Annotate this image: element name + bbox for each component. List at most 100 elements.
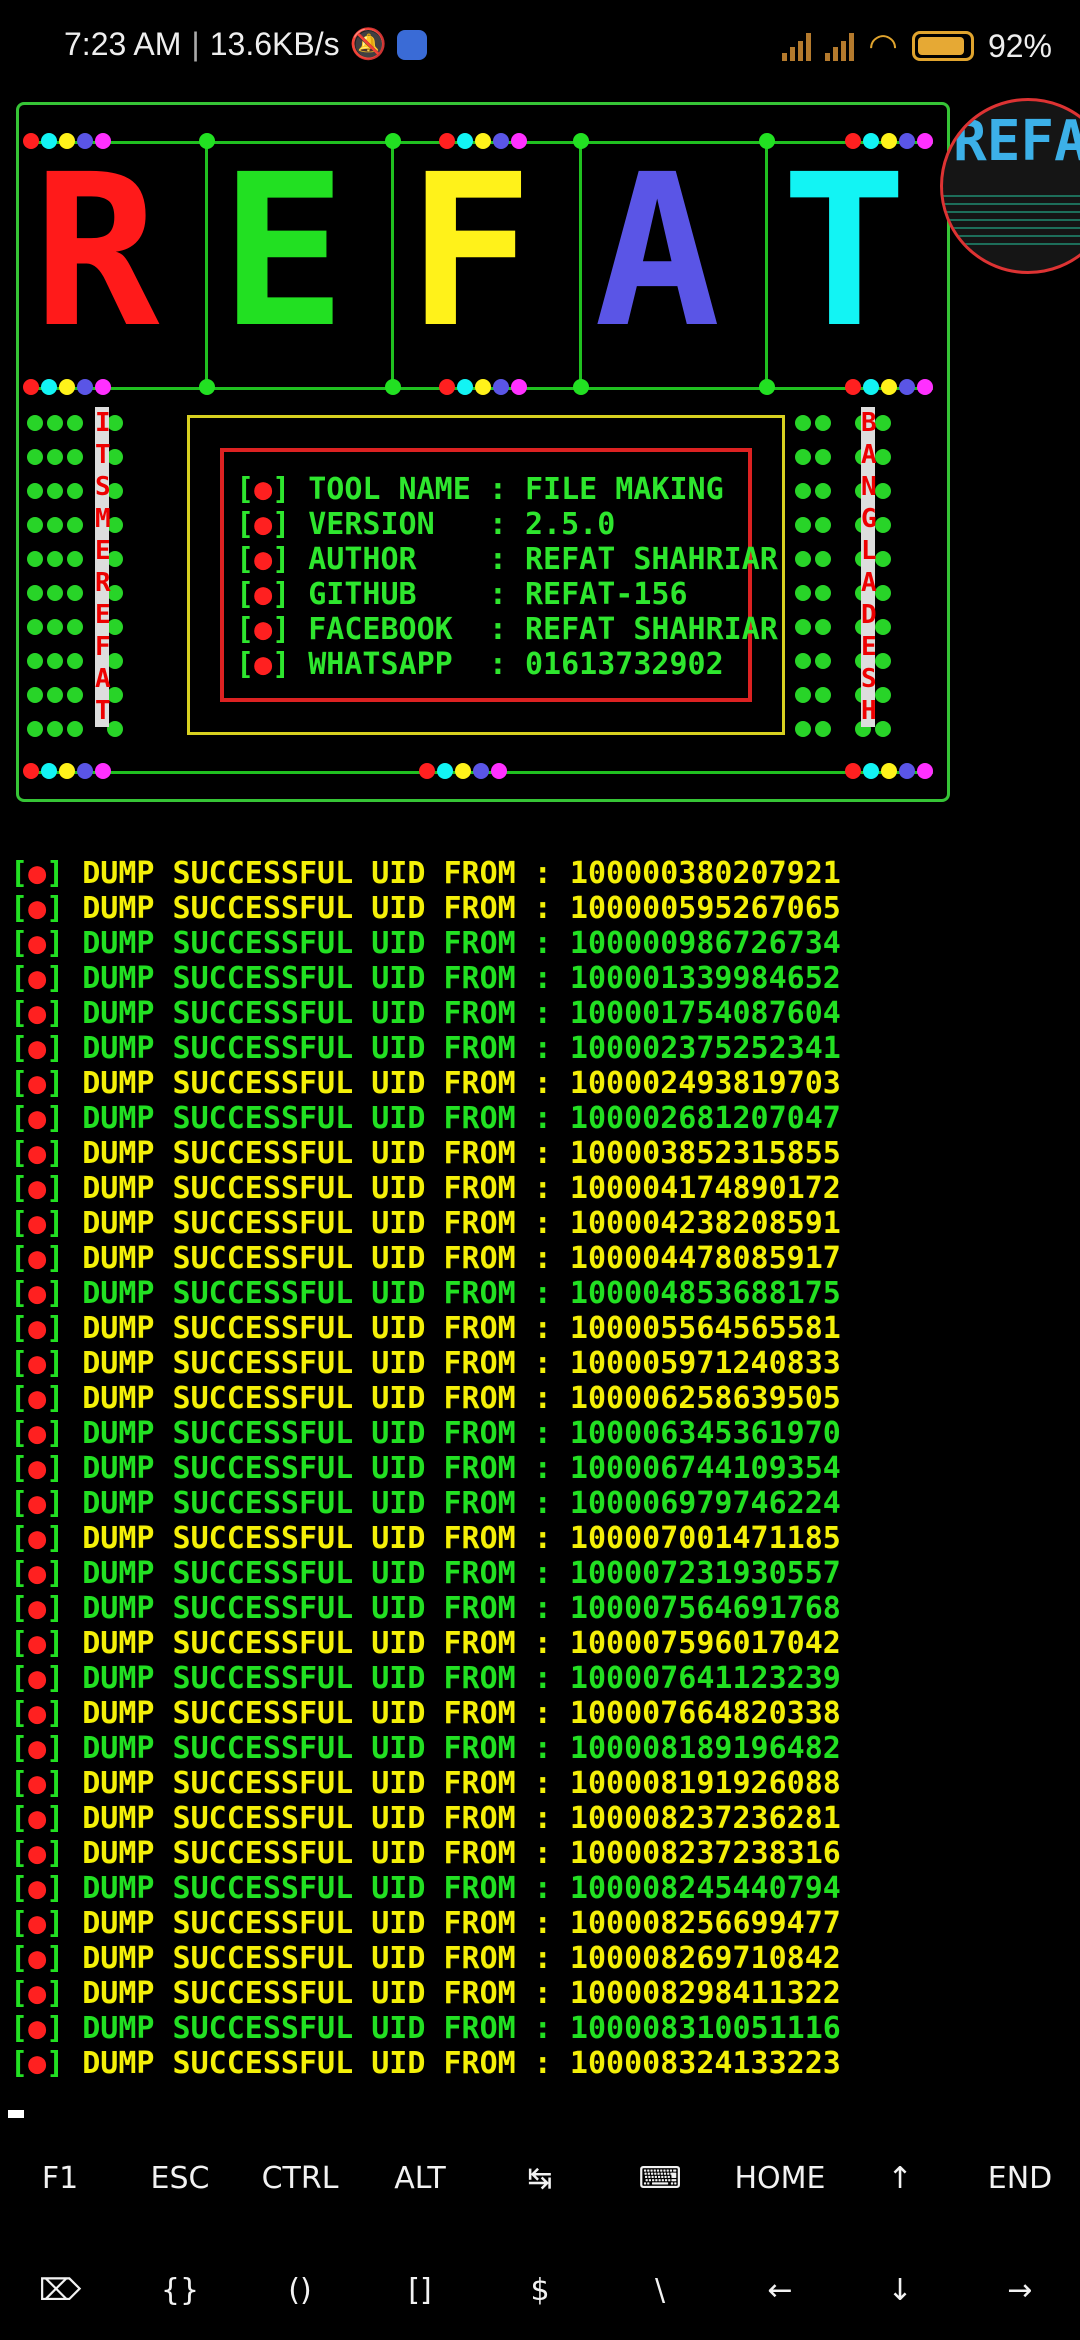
grid-dot [67,653,83,669]
grid-dot [875,653,891,669]
grid-dot [815,449,831,465]
key-alt[interactable]: ALT [360,2128,480,2228]
extra-keys-row-1: F1 ESC CTRL ALT ↹ ⌨ HOME ↑ END [0,2128,1080,2228]
decor-dot [77,379,93,395]
key-f1[interactable]: F1 [0,2128,120,2228]
log-separator: : [515,1766,570,1801]
key-esc[interactable]: ESC [120,2128,240,2228]
log-row: [●] DUMP SUCCESSFUL UID FROM : 100006258… [10,1381,841,1416]
log-label: DUMP SUCCESSFUL UID FROM [82,1556,516,1591]
arrow-up-icon[interactable]: ↑ [840,2128,960,2228]
arrow-left-icon[interactable]: ← [720,2240,840,2340]
grid-dot [795,415,811,431]
grid-dot [875,619,891,635]
log-uid: 100003852315855 [569,1136,841,1171]
log-separator: : [515,1906,570,1941]
banner-divider [579,141,582,387]
delete-icon[interactable]: ⌦ [0,2240,120,2340]
log-uid: 100008189196482 [569,1731,841,1766]
decor-dot [573,379,589,395]
key-backslash[interactable]: \ [600,2240,720,2340]
log-label: DUMP SUCCESSFUL UID FROM [82,1591,516,1626]
log-label: DUMP SUCCESSFUL UID FROM [82,1416,516,1451]
log-uid: 100006258639505 [569,1381,841,1416]
log-row: [●] DUMP SUCCESSFUL UID FROM : 100006979… [10,1486,841,1521]
banner-letter: RR [33,129,175,386]
banner-divider [391,141,394,387]
tool-info-row: [●] GITHUB : REFAT-156 [236,577,688,612]
tab-icon[interactable]: ↹ [480,2128,600,2228]
grid-dot [27,619,43,635]
log-row: [●] DUMP SUCCESSFUL UID FROM : 100005564… [10,1311,841,1346]
log-separator: : [515,1416,570,1451]
log-label: DUMP SUCCESSFUL UID FROM [82,961,516,996]
status-time: 7:23 AM [64,26,182,62]
key-ctrl[interactable]: CTRL [240,2128,360,2228]
log-separator: : [515,891,570,926]
signal-icon [825,31,855,61]
grid-dot [47,585,63,601]
log-uid: 100007231930557 [569,1556,841,1591]
log-separator: : [515,1136,570,1171]
decor-dot [457,379,473,395]
decor-dot [95,133,111,149]
log-label: DUMP SUCCESSFUL UID FROM [82,2046,516,2081]
decor-dot [511,133,527,149]
log-label: DUMP SUCCESSFUL UID FROM [82,1101,516,1136]
grid-dot [67,687,83,703]
battery-percent: 92% [987,27,1052,64]
key-parens[interactable]: () [240,2240,360,2340]
log-separator: : [515,926,570,961]
grid-dot [27,551,43,567]
grid-dot [47,415,63,431]
arrow-down-icon[interactable]: ↓ [840,2240,960,2340]
log-uid: 100006979746224 [569,1486,841,1521]
log-row: [●] DUMP SUCCESSFUL UID FROM : 100004478… [10,1241,841,1276]
decor-dot [95,763,111,779]
log-uid: 100006345361970 [569,1416,841,1451]
log-row: [●] DUMP SUCCESSFUL UID FROM : 100004238… [10,1206,841,1241]
keyboard-icon[interactable]: ⌨ [600,2128,720,2228]
signal-icon [782,31,812,61]
log-label: DUMP SUCCESSFUL UID FROM [82,1311,516,1346]
log-label: DUMP SUCCESSFUL UID FROM [82,1626,516,1661]
decor-dot [439,379,455,395]
decor-dot [23,763,39,779]
log-label: DUMP SUCCESSFUL UID FROM [82,1766,516,1801]
key-dollar[interactable]: $ [480,2240,600,2340]
grid-dot [815,551,831,567]
right-vertical-text: BANGLADESH [861,407,877,727]
decor-dot [863,763,879,779]
log-separator: : [515,2046,570,2081]
key-home[interactable]: HOME [720,2128,840,2228]
messenger-icon [396,29,427,60]
log-uid: 100008237238316 [569,1836,841,1871]
log-separator: : [515,1381,570,1416]
grid-dot [875,721,891,737]
arrow-right-icon[interactable]: → [960,2240,1080,2340]
log-row: [●] DUMP SUCCESSFUL UID FROM : 100007001… [10,1521,841,1556]
grid-dot [875,415,891,431]
notifications-muted-icon: 🔕 [349,28,387,61]
status-net-speed: 13.6KB/s [209,26,340,62]
log-row: [●] DUMP SUCCESSFUL UID FROM : 100002375… [10,1031,841,1066]
log-separator: : [515,1521,570,1556]
grid-dot [47,483,63,499]
log-separator: : [515,2011,570,2046]
log-label: DUMP SUCCESSFUL UID FROM [82,1941,516,1976]
key-end[interactable]: END [960,2128,1080,2228]
key-braces[interactable]: {} [120,2240,240,2340]
log-separator: : [515,1206,570,1241]
decor-dot [881,133,897,149]
grid-dot [47,449,63,465]
log-separator: : [515,1696,570,1731]
grid-dot [815,483,831,499]
grid-dot [67,415,83,431]
key-brackets[interactable]: [] [360,2240,480,2340]
tool-info-inner: [●] TOOL NAME : FILE MAKING [●] VERSION :… [220,448,778,702]
grid-dot [27,687,43,703]
log-row: [●] DUMP SUCCESSFUL UID FROM : 100007564… [10,1591,841,1626]
decor-dot [23,133,39,149]
decor-dot [199,133,215,149]
grid-dot [47,721,63,737]
